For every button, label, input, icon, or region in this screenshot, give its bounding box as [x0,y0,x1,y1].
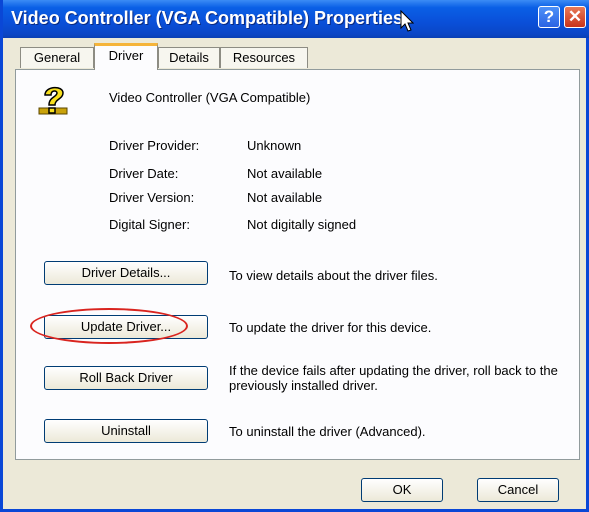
title-bar[interactable]: Video Controller (VGA Compatible) Proper… [3,0,589,38]
mouse-cursor-icon [400,9,415,37]
help-button[interactable]: ? [538,6,560,28]
roll-back-driver-description: If the device fails after updating the d… [229,363,558,393]
digital-signer-value: Not digitally signed [247,217,357,232]
unknown-device-question-icon [36,81,72,124]
tab-details[interactable]: Details [158,47,220,68]
driver-version-label: Driver Version: [109,190,195,205]
tab-driver[interactable]: Driver [94,43,158,70]
driver-details-description: To view details about the driver files. [229,268,438,283]
digital-signer-label: Digital Signer: [109,217,190,232]
window-title: Video Controller (VGA Compatible) Proper… [11,8,404,28]
driver-provider-label: Driver Provider: [109,138,200,153]
uninstall-button[interactable]: Uninstall [44,419,208,443]
cancel-button[interactable]: Cancel [477,478,559,502]
close-button[interactable]: ✕ [564,6,586,28]
roll-back-driver-button[interactable]: Roll Back Driver [44,366,208,390]
tab-resources[interactable]: Resources [220,47,308,68]
driver-version-value: Not available [247,190,323,205]
ok-button[interactable]: OK [361,478,443,502]
update-driver-description: To update the driver for this device. [229,320,432,335]
uninstall-description: To uninstall the driver (Advanced). [229,424,426,439]
driver-date-label: Driver Date: [109,166,179,181]
tab-panel-driver: Video Controller (VGA Compatible) Driver… [15,69,580,460]
driver-provider-value: Unknown [247,138,302,153]
tab-general[interactable]: General [20,47,94,68]
device-name: Video Controller (VGA Compatible) [109,90,311,105]
highlight-ellipse [30,308,188,344]
driver-details-button[interactable]: Driver Details... [44,261,208,285]
properties-dialog: Video Controller (VGA Compatible) Proper… [0,0,589,512]
driver-date-value: Not available [247,166,323,181]
